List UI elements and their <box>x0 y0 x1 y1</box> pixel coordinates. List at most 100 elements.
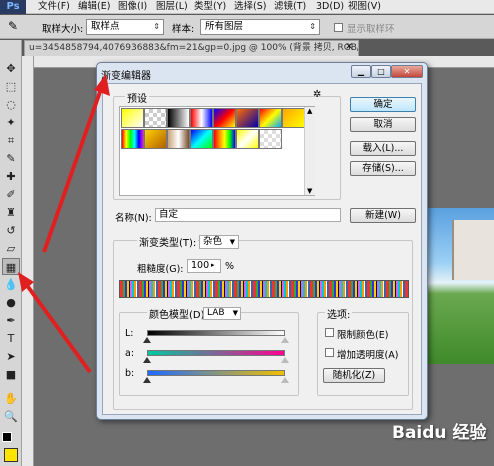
preset-swatch[interactable] <box>190 129 213 149</box>
new-button[interactable]: 新建(W) <box>350 208 416 223</box>
zoom-tool-icon[interactable]: 🔍 <box>2 408 20 425</box>
healing-tool-icon[interactable]: ✚ <box>2 168 20 185</box>
shape-tool-icon[interactable]: ■ <box>2 366 20 383</box>
lasso-tool-icon[interactable]: ◌ <box>2 96 20 113</box>
preset-swatch[interactable] <box>259 108 282 128</box>
preset-swatch[interactable] <box>167 129 190 149</box>
menu-select[interactable]: 选择(S) <box>234 0 266 14</box>
dialog-title: 渐变编辑器 <box>101 71 151 82</box>
a-min-thumb[interactable] <box>143 357 151 363</box>
marquee-tool-icon[interactable]: ⬚ <box>2 78 20 95</box>
pen-tool-icon[interactable]: ✒ <box>2 312 20 329</box>
restrict-colors-label: 限制颜色(E) <box>337 330 389 341</box>
preset-swatch[interactable] <box>121 108 144 128</box>
add-transparency-checkbox[interactable] <box>325 348 334 357</box>
preset-swatch[interactable] <box>190 108 213 128</box>
scroll-up-icon[interactable]: ▲ <box>307 107 312 115</box>
watermark: Baidu 经验 <box>392 423 487 443</box>
chevron-down-icon: ▼ <box>229 238 235 246</box>
restrict-colors-checkbox[interactable] <box>325 328 334 337</box>
menu-image[interactable]: 图像(I) <box>118 0 147 14</box>
preset-swatch[interactable] <box>167 108 190 128</box>
chevron-down-icon: ⇕ <box>309 22 316 31</box>
move-tool-icon[interactable]: ✥ <box>2 60 20 77</box>
gradient-type-select[interactable]: 杂色 ▼ <box>199 235 239 249</box>
preset-swatch[interactable] <box>144 129 167 149</box>
roughness-input[interactable]: 100 <box>187 259 221 273</box>
preset-swatch[interactable] <box>259 129 282 149</box>
stamp-tool-icon[interactable]: ♜ <box>2 204 20 221</box>
presets-scrollbar[interactable]: ▲ ▼ <box>304 107 315 195</box>
history-brush-icon[interactable]: ↺ <box>2 222 20 239</box>
text-tool-icon[interactable]: T <box>2 330 20 347</box>
ruler-vertical <box>22 56 34 466</box>
color-model-label: 颜色模型(D) <box>147 306 207 321</box>
options-label: 选项: <box>325 306 353 321</box>
close-icon[interactable]: ✕ <box>391 65 423 78</box>
name-input[interactable]: 自定 <box>155 208 341 222</box>
show-ring-checkbox[interactable] <box>334 23 343 32</box>
eraser-tool-icon[interactable]: ▱ <box>2 240 20 257</box>
b-max-thumb[interactable] <box>281 377 289 383</box>
crop-tool-icon[interactable]: ⌗ <box>2 132 20 149</box>
maximize-icon[interactable]: □ <box>371 65 391 78</box>
gradient-editor-dialog: 渐变编辑器 ▁ □ ✕ 预设 ✲ ▲ ▼ 确定 取消 载入(L)... 存储(S… <box>96 62 428 420</box>
roughness-label: 粗糙度(G): <box>137 264 184 275</box>
sample-select[interactable]: 所有图层 ⇕ <box>200 19 320 35</box>
scroll-down-icon[interactable]: ▼ <box>307 187 312 195</box>
menu-type[interactable]: 类型(Y) <box>194 0 226 14</box>
preset-swatch[interactable] <box>144 108 167 128</box>
chevron-right-icon[interactable]: ▸ <box>211 261 215 269</box>
gear-icon[interactable]: ✲ <box>313 89 321 100</box>
preset-swatch[interactable] <box>236 129 259 149</box>
b-min-thumb[interactable] <box>143 377 151 383</box>
cancel-button[interactable]: 取消 <box>350 117 416 132</box>
menu-filter[interactable]: 滤镜(T) <box>274 0 306 14</box>
dodge-tool-icon[interactable]: ● <box>2 294 20 311</box>
l-min-thumb[interactable] <box>143 337 151 343</box>
color-model-select[interactable]: LAB ▼ <box>203 307 241 320</box>
noise-gradient-preview <box>119 280 409 298</box>
roughness-unit: % <box>225 261 235 272</box>
b-slider[interactable] <box>147 370 285 376</box>
options-bar: ✎ 取样大小: 取样点 ⇕ 样本: 所有图层 ⇕ 显示取样环 <box>0 15 494 39</box>
minimize-icon[interactable]: ▁ <box>351 65 371 78</box>
eyedropper-tool-icon[interactable]: ✎ <box>2 150 20 167</box>
sample-size-select[interactable]: 取样点 ⇕ <box>86 19 164 35</box>
menu-view[interactable]: 视图(V) <box>348 0 381 14</box>
brush-tool-icon[interactable]: ✐ <box>2 186 20 203</box>
menu-edit[interactable]: 编辑(E) <box>78 0 110 14</box>
close-tab-icon[interactable]: × <box>345 41 353 52</box>
blur-tool-icon[interactable]: 💧 <box>2 276 20 293</box>
foreground-color-swatch[interactable] <box>2 432 12 442</box>
preset-swatch[interactable] <box>213 129 236 149</box>
l-max-thumb[interactable] <box>281 337 289 343</box>
l-slider[interactable] <box>147 330 285 336</box>
menu-layer[interactable]: 图层(L) <box>156 0 188 14</box>
preset-swatch[interactable] <box>213 108 236 128</box>
channel-l-label: L: <box>125 328 134 339</box>
path-select-tool-icon[interactable]: ➤ <box>2 348 20 365</box>
menu-file[interactable]: 文件(F) <box>38 0 70 14</box>
gradient-type-label: 渐变类型(T): <box>137 234 199 249</box>
save-button[interactable]: 存储(S)... <box>350 161 416 176</box>
gradient-tool-icon[interactable]: ▦ <box>2 258 20 275</box>
presets-list[interactable]: ▲ ▼ <box>119 106 315 196</box>
preset-swatch[interactable] <box>121 129 144 149</box>
hand-tool-icon[interactable]: ✋ <box>2 390 20 407</box>
presets-label: 预设 <box>125 90 149 105</box>
eyedropper-icon[interactable]: ✎ <box>8 19 18 33</box>
background-color-swatch[interactable] <box>4 448 18 462</box>
preset-swatch[interactable] <box>282 108 305 128</box>
document-tab[interactable]: u=3454858794,4076936883&fm=21&gp=0.jpg @… <box>24 40 359 56</box>
a-max-thumb[interactable] <box>281 357 289 363</box>
photoshop-logo: Ps <box>0 0 26 14</box>
menu-bar: Ps 文件(F) 编辑(E) 图像(I) 图层(L) 类型(Y) 选择(S) 滤… <box>0 0 494 14</box>
quick-select-tool-icon[interactable]: ✦ <box>2 114 20 131</box>
ok-button[interactable]: 确定 <box>350 97 416 112</box>
a-slider[interactable] <box>147 350 285 356</box>
load-button[interactable]: 载入(L)... <box>350 141 416 156</box>
menu-3d[interactable]: 3D(D) <box>316 0 344 14</box>
randomize-button[interactable]: 随机化(Z) <box>323 368 385 383</box>
preset-swatch[interactable] <box>236 108 259 128</box>
